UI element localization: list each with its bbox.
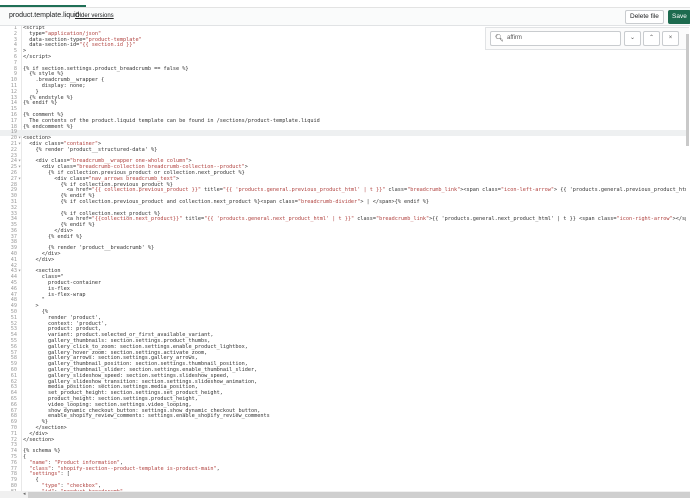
active-tab-indicator — [0, 5, 86, 7]
older-versions-link[interactable]: Older versions — [75, 13, 114, 19]
top-nav-strip — [0, 0, 690, 8]
file-name: product.template.liquid — [9, 12, 80, 19]
code-editor[interactable]: 1 <script 2 type="application/json" 3 data-… — [0, 26, 686, 491]
search-input[interactable]: 🔍︎ affirm — [490, 31, 621, 46]
horizontal-scroll-thumb[interactable] — [28, 492, 690, 498]
search-icon: 🔍︎ — [495, 35, 504, 42]
scroll-left-icon[interactable]: ◂ — [23, 491, 26, 497]
file-header: product.template.liquid Older versions D… — [0, 8, 690, 26]
search-close-button[interactable]: × — [662, 31, 679, 46]
search-prev-button[interactable]: ⌃ — [643, 31, 660, 46]
search-next-button[interactable]: ⌄ — [624, 31, 641, 46]
vertical-scrollbar[interactable] — [686, 34, 689, 146]
delete-file-button[interactable]: Delete file — [625, 10, 664, 24]
horizontal-scrollbar[interactable]: ◂ — [0, 491, 690, 498]
search-panel: 🔍︎ affirm ⌄ ⌃ × — [485, 27, 689, 50]
save-button[interactable]: Save — [668, 10, 690, 24]
search-value: affirm — [507, 35, 522, 41]
